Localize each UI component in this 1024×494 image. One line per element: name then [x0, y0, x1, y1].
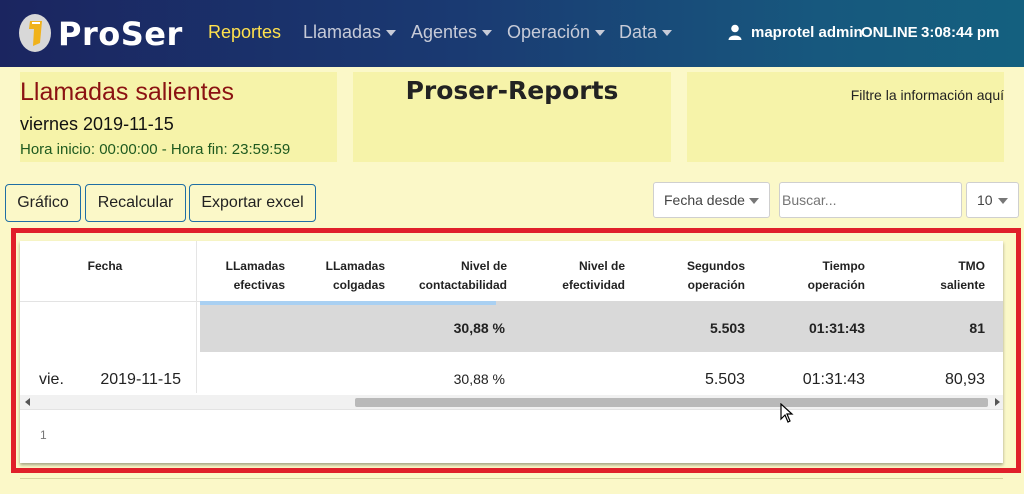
column-header-tmo-saliente[interactable]: TMO saliente — [890, 257, 985, 295]
total-contactabilidad: 30,88 % — [453, 320, 505, 336]
user-name[interactable]: maprotel admin — [751, 24, 863, 41]
row-segundos: 5.503 — [704, 371, 745, 388]
scroll-right-arrow-icon[interactable] — [995, 398, 1000, 406]
nav-reportes[interactable]: Reportes — [208, 22, 281, 43]
column-header-llamadas-efectivas[interactable]: LLamadas efectivas — [200, 257, 285, 295]
row-tmo: 80,93 — [944, 371, 985, 388]
page-bottom-divider — [20, 478, 1003, 479]
column-header-tiempo-operacion[interactable]: Tiempo operación — [770, 257, 865, 295]
data-table: Fecha LLamadas efectivas LLamadas colgadas… — [20, 241, 1003, 463]
chevron-down-icon — [595, 30, 606, 37]
brand-name[interactable]: ProSer — [58, 15, 183, 53]
column-header-nivel-efectividad[interactable]: Nivel de efectividad — [530, 257, 625, 295]
column-resize-indicator — [200, 301, 496, 305]
fixed-column-divider — [196, 241, 197, 393]
column-header-fecha[interactable]: Fecha — [65, 257, 145, 276]
row-date: 2019-11-15 — [100, 371, 181, 388]
mouse-cursor-icon — [780, 403, 794, 423]
clock-time: 3:08:44 pm — [921, 24, 1000, 41]
scrollbar-thumb[interactable] — [355, 398, 988, 407]
top-navbar: ProSer Reportes Llamadas Agentes Operaci… — [0, 0, 1024, 67]
scroll-left-arrow-icon[interactable] — [25, 398, 30, 406]
nav-llamadas[interactable]: Llamadas — [303, 22, 397, 43]
column-header-llamadas-colgadas[interactable]: LLamadas colgadas — [300, 257, 385, 295]
page-number[interactable]: 1 — [40, 428, 47, 442]
proser-logo-icon — [19, 14, 51, 52]
total-tmo: 81 — [969, 320, 985, 336]
totals-row — [200, 301, 1003, 352]
online-status: ONLINE — [861, 24, 918, 41]
chevron-down-icon — [482, 30, 493, 37]
filter-hint: Filtre la información aquí — [850, 87, 1004, 103]
export-excel-button[interactable]: Exportar excel — [189, 184, 316, 222]
nav-operacion[interactable]: Operación — [507, 22, 606, 43]
total-tiempo: 01:31:43 — [808, 320, 865, 336]
app-title: Proser-Reports — [405, 76, 619, 105]
page-size-select[interactable]: 10 — [966, 182, 1019, 218]
column-header-segundos-operacion[interactable]: Segundos operación — [650, 257, 745, 295]
nav-agentes[interactable]: Agentes — [411, 22, 493, 43]
report-title: Llamadas salientes — [20, 78, 235, 106]
recalculate-button[interactable]: Recalcular — [85, 184, 186, 222]
user-icon — [728, 24, 742, 40]
nav-data[interactable]: Data — [619, 22, 673, 43]
search-input[interactable] — [779, 182, 962, 218]
total-segundos: 5.503 — [709, 320, 745, 336]
report-hours: Hora inicio: 00:00:00 - Hora fin: 23:59:… — [20, 141, 291, 158]
chevron-down-icon — [998, 198, 1008, 204]
row-tiempo: 01:31:43 — [802, 371, 865, 388]
report-date: viernes 2019-11-15 — [20, 114, 174, 134]
chart-button[interactable]: Gráfico — [5, 184, 81, 222]
chevron-down-icon — [386, 30, 397, 37]
chevron-down-icon — [662, 30, 673, 37]
date-from-select[interactable]: Fecha desde — [653, 182, 770, 218]
chevron-down-icon — [749, 198, 759, 204]
date-from-select-label: Fecha desde — [664, 192, 745, 208]
column-header-nivel-contactabilidad[interactable]: Nivel de contactabilidad — [400, 257, 507, 295]
filter-info-box — [687, 72, 1004, 162]
row-contactabilidad: 30,88 % — [453, 371, 505, 387]
page-size-value: 10 — [977, 192, 993, 208]
footer-divider — [20, 409, 1003, 410]
